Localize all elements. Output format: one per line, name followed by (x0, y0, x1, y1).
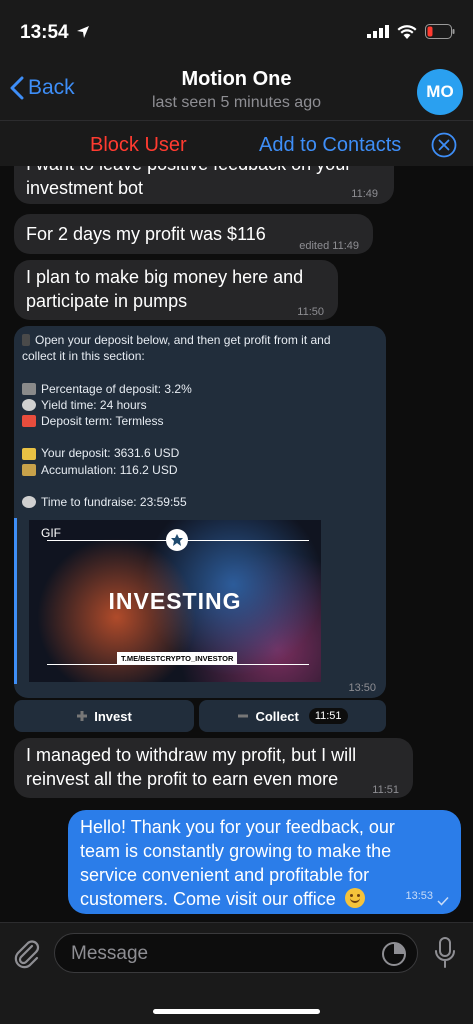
plus-icon (77, 711, 88, 721)
battery-low-icon (425, 24, 455, 39)
message-text: I plan to make big money here and (26, 267, 304, 287)
money-icon (22, 463, 36, 476)
message-text: Hello! Thank you for your feedback, our (80, 817, 395, 837)
term-line: Deposit term: Termless (22, 413, 378, 429)
signal-icon (367, 25, 389, 38)
incoming-message[interactable]: For 2 days my profit was $116 edited 11:… (14, 214, 373, 254)
message-input[interactable]: Message (54, 933, 418, 973)
gif-logo-icon (166, 529, 188, 551)
message-text: service convenient and profitable for (80, 865, 370, 885)
inline-keyboard: Invest Collect 11:51 (14, 700, 386, 732)
message-text: I want to leave positive feedback on you… (26, 166, 351, 176)
incoming-message[interactable]: I plan to make big money here and partic… (14, 260, 338, 320)
printer-icon (22, 382, 36, 395)
contact-action-bar: Block User Add to Contacts (0, 120, 473, 166)
message-time: 11:51 (372, 784, 399, 796)
invest-button[interactable]: Invest (14, 700, 194, 732)
gif-title: INVESTING (108, 588, 242, 614)
incoming-message[interactable]: I want to leave positive feedback on you… (14, 166, 394, 204)
outgoing-message[interactable]: Hello! Thank you for your feedback, our … (68, 810, 461, 914)
paperclip-icon[interactable] (12, 937, 40, 969)
message-list[interactable]: I want to leave positive feedback on you… (0, 166, 473, 922)
location-arrow-icon (76, 26, 89, 38)
yield-line: Yield time: 24 hours (22, 397, 378, 413)
status-icons (367, 24, 455, 39)
message-input-bar: Message (0, 922, 473, 1024)
wifi-icon (397, 24, 417, 39)
stopwatch-icon (22, 399, 36, 412)
message-text-last-line: customers. Come visit our office (80, 887, 449, 911)
intro-line: collect it in this section: (22, 349, 145, 364)
gif-link: T.ME/BESTCRYPTO_INVESTOR (117, 652, 238, 665)
message-text: I managed to withdraw my profit, but I w… (26, 745, 357, 765)
avatar-initials: MO (426, 82, 454, 101)
message-text: participate in pumps (26, 291, 188, 311)
message-text: team is constantly growing to make the (80, 841, 392, 861)
message-time: edited 11:49 (299, 240, 359, 252)
last-seen-status: last seen 5 minutes ago (152, 94, 321, 111)
intro-line: Open your deposit below, and then get pr… (22, 332, 378, 348)
home-indicator (153, 1009, 320, 1014)
read-check-icon (437, 896, 449, 906)
avatar[interactable]: MO (417, 69, 463, 115)
message-text: reinvest all the profit to earn even mor… (26, 769, 339, 789)
message-time: 13:50 (348, 682, 376, 694)
message-placeholder: Message (71, 943, 149, 964)
fundraise-line: Time to fundraise: 23:59:55 (22, 494, 378, 510)
credit-card-icon (22, 447, 36, 460)
calendar-icon (22, 415, 36, 428)
gif-preview[interactable]: GIF INVESTING T.ME/BESTCRYPTO_INVESTOR (29, 520, 321, 682)
accumulation-line: Accumulation: 116.2 USD (22, 462, 378, 478)
percentage-line: Percentage of deposit: 3.2% (22, 381, 378, 397)
message-time: 11:49 (351, 188, 378, 200)
deposit-line: Your deposit: 3631.6 USD (22, 445, 378, 461)
collect-button[interactable]: Collect 11:51 (199, 700, 386, 732)
block-user-button[interactable]: Block User (90, 134, 187, 157)
compass-icon (22, 496, 36, 509)
close-circle-icon[interactable] (431, 132, 457, 158)
message-time: 11:50 (297, 306, 324, 318)
message-time-badge: 11:51 (308, 708, 348, 724)
contact-name[interactable]: Motion One (0, 68, 473, 91)
sticker-icon[interactable] (381, 941, 407, 967)
smiling-face-icon (344, 888, 365, 908)
incoming-message[interactable]: I managed to withdraw my profit, but I w… (14, 738, 413, 798)
message-time: 13:53 (405, 890, 433, 902)
gif-attachment[interactable]: GIF INVESTING T.ME/BESTCRYPTO_INVESTOR (14, 518, 321, 684)
chat-header: Back Motion One last seen 5 minutes ago … (0, 62, 473, 120)
add-to-contacts-button[interactable]: Add to Contacts (259, 134, 401, 157)
minus-icon (238, 714, 249, 718)
status-bar: 13:54 (0, 0, 473, 62)
status-time: 13:54 (20, 22, 90, 44)
message-text: investment bot (26, 178, 144, 198)
gif-label: GIF (41, 526, 61, 540)
phone-icon (22, 334, 30, 347)
microphone-icon[interactable] (433, 936, 457, 970)
message-text: For 2 days my profit was $116 (26, 224, 266, 244)
